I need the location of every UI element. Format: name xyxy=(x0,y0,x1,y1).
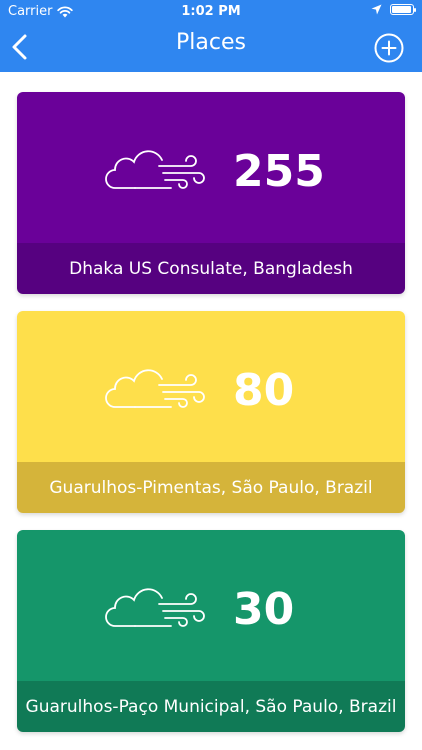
cloud-wind-icon xyxy=(105,150,205,189)
aqi-value: 80 xyxy=(233,365,295,416)
place-name: Guarulhos-Pimentas, São Paulo, Brazil xyxy=(49,477,373,498)
battery-icon xyxy=(390,4,416,15)
aqi-value: 255 xyxy=(233,146,325,197)
place-card-guarulhos-paco-municipal[interactable]: 30 Guarulhos-Paço Municipal, São Paulo, … xyxy=(17,530,405,732)
place-name: Guarulhos-Paço Municipal, São Paulo, Bra… xyxy=(25,696,397,717)
cloud-wind-icon xyxy=(105,588,205,627)
location-arrow-icon xyxy=(371,4,382,15)
card-top: 255 xyxy=(17,92,405,243)
place-name: Dhaka US Consulate, Bangladesh xyxy=(69,258,353,279)
page-title: Places xyxy=(176,30,246,55)
place-card-dhaka[interactable]: 255 Dhaka US Consulate, Bangladesh xyxy=(17,92,405,294)
status-right xyxy=(371,4,416,15)
plus-circle-icon xyxy=(374,33,404,63)
aqi-value: 30 xyxy=(233,584,295,635)
card-bottom: Guarulhos-Paço Municipal, São Paulo, Bra… xyxy=(17,681,405,732)
cloud-wind-icon xyxy=(105,369,205,408)
status-time: 1:02 PM xyxy=(181,4,241,19)
card-bottom: Guarulhos-Pimentas, São Paulo, Brazil xyxy=(17,462,405,513)
status-bar: Carrier 1:02 PM xyxy=(0,0,422,24)
card-top: 30 xyxy=(17,530,405,681)
nav-header: Carrier 1:02 PM Places xyxy=(0,0,422,72)
card-top: 80 xyxy=(17,311,405,462)
battery-fill xyxy=(392,6,411,13)
card-bottom: Dhaka US Consulate, Bangladesh xyxy=(17,243,405,294)
places-list: 255 Dhaka US Consulate, Bangladesh 80 Gu… xyxy=(17,92,405,749)
place-card-guarulhos-pimentas[interactable]: 80 Guarulhos-Pimentas, São Paulo, Brazil xyxy=(17,311,405,513)
add-place-button[interactable] xyxy=(374,33,404,63)
